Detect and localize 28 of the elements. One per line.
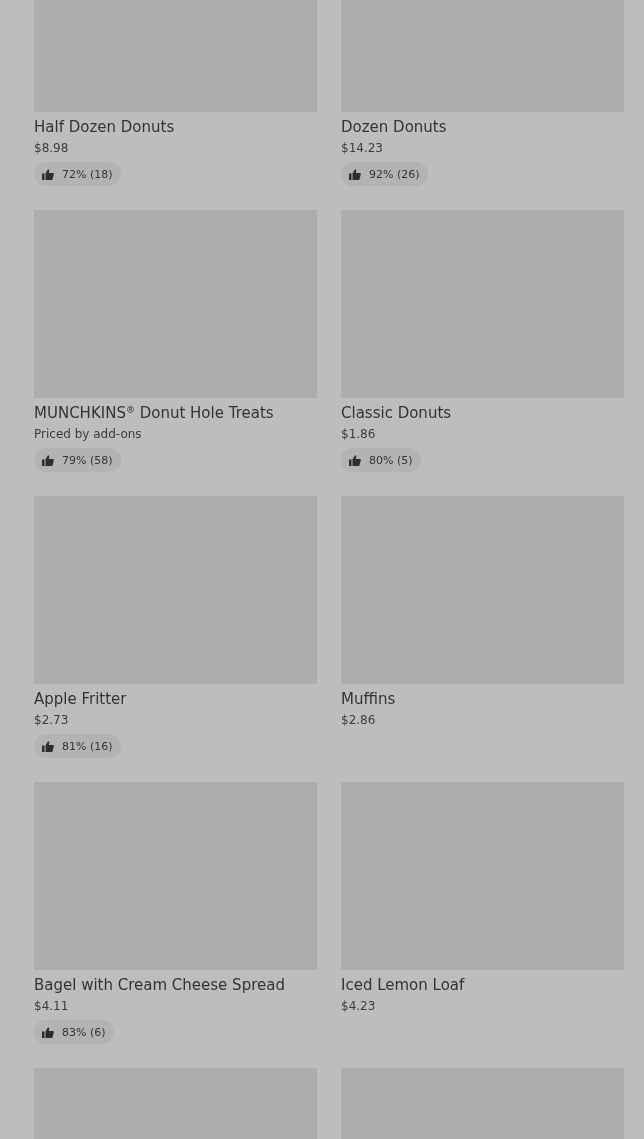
rating-text: 72% (18) <box>62 167 113 181</box>
rating-text: 81% (16) <box>62 739 113 753</box>
thumbs-up-icon <box>42 1026 54 1038</box>
item-title: Half Dozen Donuts <box>34 117 175 137</box>
item-title: Bagel with Cream Cheese Spread <box>34 975 285 995</box>
item-title: Muffins <box>341 689 396 709</box>
item-title: Iced Lemon Loaf <box>341 975 465 995</box>
thumbs-up-icon <box>349 454 361 466</box>
item-title: Dozen Donuts <box>341 117 447 137</box>
item-price: $4.23 <box>341 998 376 1014</box>
item-price: Priced by add-ons <box>34 426 142 442</box>
item-price: $1.86 <box>341 426 376 442</box>
item-title: Apple Fritter <box>34 689 127 709</box>
item-price: $8.98 <box>34 140 69 156</box>
thumbs-up-icon <box>349 168 361 180</box>
item-title: Classic Donuts <box>341 403 452 423</box>
thumbs-up-icon <box>42 168 54 180</box>
item-price: $2.86 <box>341 712 376 728</box>
rating-text: 83% (6) <box>62 1025 106 1039</box>
rating-text: 92% (26) <box>369 167 420 181</box>
thumbs-up-icon <box>42 740 54 752</box>
item-title: MUNCHKINS$^{®}$ Donut Hole Treats <box>34 403 274 423</box>
item-price: $2.73 <box>34 712 69 728</box>
thumbs-up-icon <box>42 454 54 466</box>
item-price: $4.11 <box>34 998 69 1014</box>
rating-text: 80% (5) <box>369 453 413 467</box>
item-price: $14.23 <box>341 140 383 156</box>
rating-text: 79% (58) <box>62 453 113 467</box>
